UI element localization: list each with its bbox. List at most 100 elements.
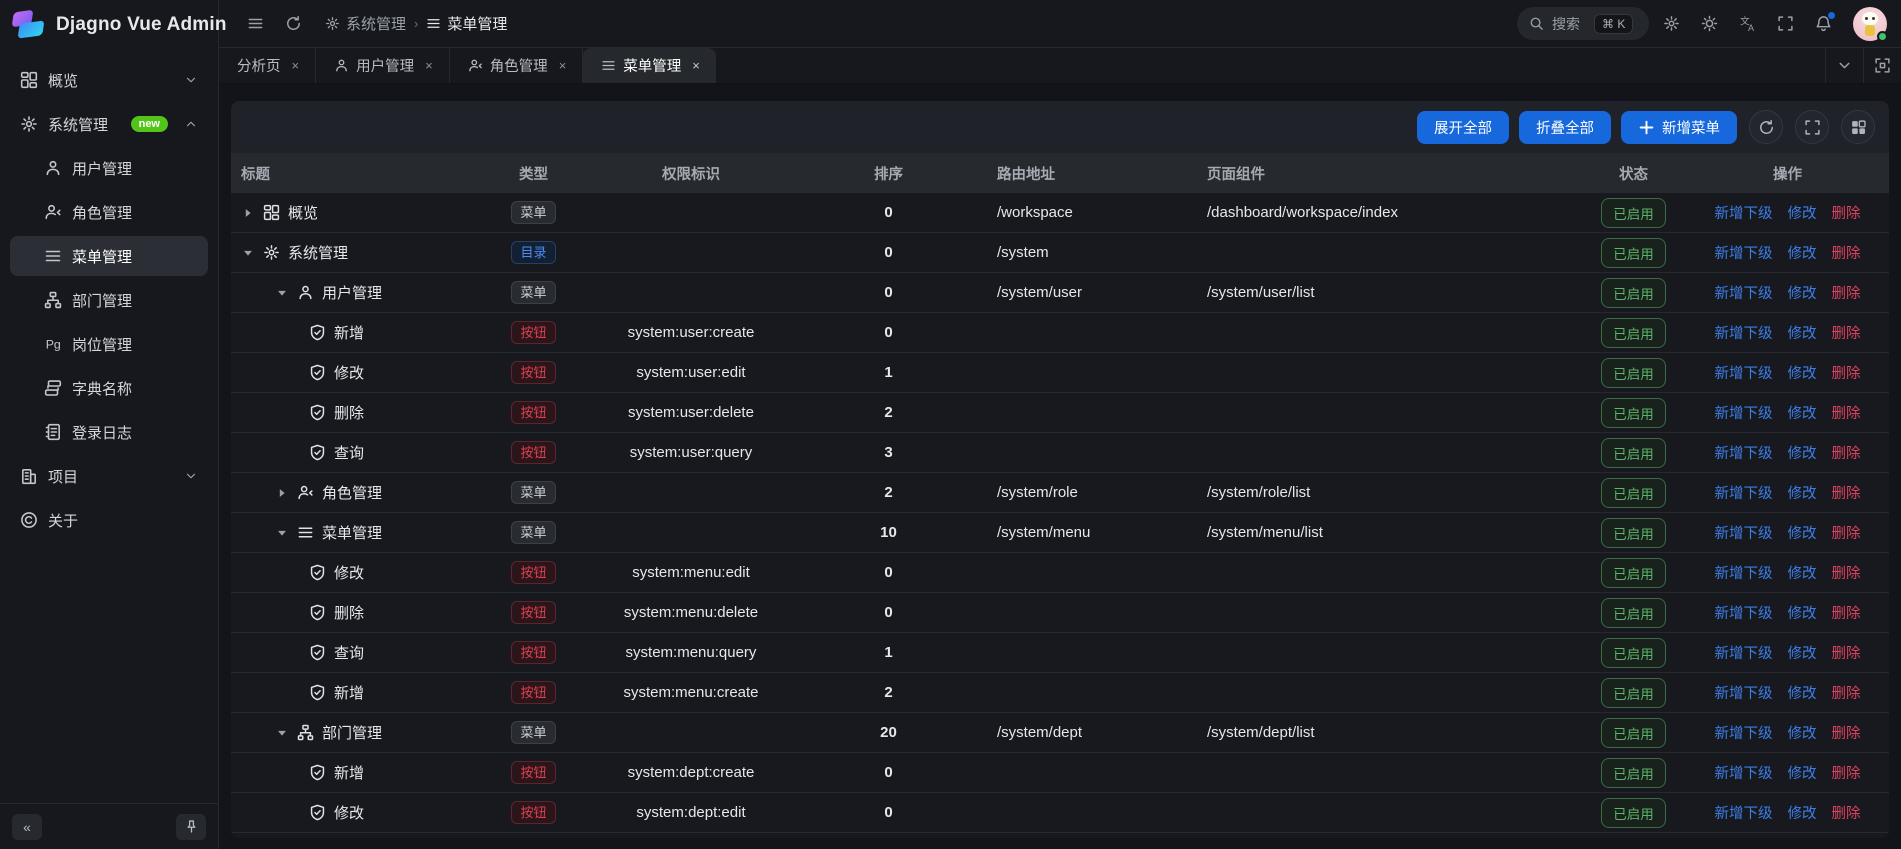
- status-badge[interactable]: 已启用: [1601, 398, 1666, 428]
- tabs-maximize-button[interactable]: [1863, 48, 1901, 83]
- edit-action[interactable]: 修改: [1788, 642, 1817, 663]
- delete-action[interactable]: 删除: [1832, 322, 1861, 343]
- sidebar-item-project[interactable]: 项目: [10, 456, 208, 496]
- delete-action[interactable]: 删除: [1832, 762, 1861, 783]
- status-badge[interactable]: 已启用: [1601, 478, 1666, 508]
- table-refresh-button[interactable]: [1749, 110, 1783, 144]
- add-child-action[interactable]: 新增下级: [1715, 282, 1773, 303]
- tree-caret-right-icon[interactable]: [241, 206, 255, 220]
- add-child-action[interactable]: 新增下级: [1715, 242, 1773, 263]
- add-child-action[interactable]: 新增下级: [1715, 602, 1773, 623]
- delete-action[interactable]: 删除: [1832, 242, 1861, 263]
- add-child-action[interactable]: 新增下级: [1715, 362, 1773, 383]
- sidebar-item-role-management[interactable]: 角色管理: [10, 192, 208, 232]
- sidebar-pin-button[interactable]: [176, 814, 206, 840]
- edit-action[interactable]: 修改: [1788, 322, 1817, 343]
- delete-action[interactable]: 删除: [1832, 202, 1861, 223]
- status-badge[interactable]: 已启用: [1601, 438, 1666, 468]
- sidebar-item-overview[interactable]: 概览: [10, 60, 208, 100]
- expand-all-button[interactable]: 展开全部: [1417, 111, 1509, 144]
- edit-action[interactable]: 修改: [1788, 602, 1817, 623]
- delete-action[interactable]: 删除: [1832, 362, 1861, 383]
- sidebar-toggle-button[interactable]: [239, 8, 271, 40]
- breadcrumb-item-system[interactable]: 系统管理: [325, 13, 406, 34]
- tab-菜单管理[interactable]: 菜单管理×: [583, 48, 716, 83]
- delete-action[interactable]: 删除: [1832, 802, 1861, 823]
- tree-caret-down-icon[interactable]: [241, 246, 255, 260]
- edit-action[interactable]: 修改: [1788, 282, 1817, 303]
- theme-toggle-button[interactable]: [1693, 8, 1725, 40]
- status-badge[interactable]: 已启用: [1601, 518, 1666, 548]
- sidebar-item-user-management[interactable]: 用户管理: [10, 148, 208, 188]
- add-child-action[interactable]: 新增下级: [1715, 722, 1773, 743]
- add-child-action[interactable]: 新增下级: [1715, 522, 1773, 543]
- delete-action[interactable]: 删除: [1832, 522, 1861, 543]
- status-badge[interactable]: 已启用: [1601, 558, 1666, 588]
- delete-action[interactable]: 删除: [1832, 442, 1861, 463]
- edit-action[interactable]: 修改: [1788, 402, 1817, 423]
- edit-action[interactable]: 修改: [1788, 562, 1817, 583]
- add-child-action[interactable]: 新增下级: [1715, 682, 1773, 703]
- status-badge[interactable]: 已启用: [1601, 358, 1666, 388]
- sidebar-collapse-button[interactable]: «: [12, 814, 42, 840]
- tab-角色管理[interactable]: 角色管理×: [450, 48, 584, 83]
- tree-caret-down-icon[interactable]: [275, 526, 289, 540]
- delete-action[interactable]: 删除: [1832, 402, 1861, 423]
- sidebar-item-post-management[interactable]: Pg岗位管理: [10, 324, 208, 364]
- edit-action[interactable]: 修改: [1788, 522, 1817, 543]
- status-badge[interactable]: 已启用: [1601, 798, 1666, 828]
- tree-caret-right-icon[interactable]: [275, 486, 289, 500]
- sidebar-item-system-management[interactable]: 系统管理new: [10, 104, 208, 144]
- status-badge[interactable]: 已启用: [1601, 198, 1666, 228]
- tab-close-icon[interactable]: ×: [290, 58, 302, 73]
- sidebar-item-about[interactable]: 关于: [10, 500, 208, 540]
- tab-close-icon[interactable]: ×: [557, 58, 569, 73]
- tree-caret-down-icon[interactable]: [275, 726, 289, 740]
- tab-分析页[interactable]: 分析页×: [219, 48, 316, 83]
- edit-action[interactable]: 修改: [1788, 722, 1817, 743]
- tree-caret-down-icon[interactable]: [275, 286, 289, 300]
- status-badge[interactable]: 已启用: [1601, 278, 1666, 308]
- delete-action[interactable]: 删除: [1832, 282, 1861, 303]
- status-badge[interactable]: 已启用: [1601, 318, 1666, 348]
- delete-action[interactable]: 删除: [1832, 482, 1861, 503]
- notifications-button[interactable]: [1807, 8, 1839, 40]
- status-badge[interactable]: 已启用: [1601, 718, 1666, 748]
- edit-action[interactable]: 修改: [1788, 482, 1817, 503]
- delete-action[interactable]: 删除: [1832, 722, 1861, 743]
- add-child-action[interactable]: 新增下级: [1715, 322, 1773, 343]
- edit-action[interactable]: 修改: [1788, 802, 1817, 823]
- tab-close-icon[interactable]: ×: [423, 58, 435, 73]
- sidebar-item-dict-management[interactable]: 字典名称: [10, 368, 208, 408]
- status-badge[interactable]: 已启用: [1601, 238, 1666, 268]
- table-columns-button[interactable]: [1841, 110, 1875, 144]
- fullscreen-button[interactable]: [1769, 8, 1801, 40]
- add-child-action[interactable]: 新增下级: [1715, 762, 1773, 783]
- edit-action[interactable]: 修改: [1788, 762, 1817, 783]
- add-child-action[interactable]: 新增下级: [1715, 802, 1773, 823]
- tabs-dropdown-button[interactable]: [1825, 48, 1863, 83]
- add-menu-button[interactable]: 新增菜单: [1621, 111, 1737, 144]
- sidebar-item-dept-management[interactable]: 部门管理: [10, 280, 208, 320]
- logo[interactable]: Djagno Vue Admin: [0, 0, 218, 50]
- delete-action[interactable]: 删除: [1832, 602, 1861, 623]
- settings-button[interactable]: [1655, 8, 1687, 40]
- status-badge[interactable]: 已启用: [1601, 638, 1666, 668]
- edit-action[interactable]: 修改: [1788, 442, 1817, 463]
- sidebar-item-login-log[interactable]: 登录日志: [10, 412, 208, 452]
- language-button[interactable]: 文A: [1731, 8, 1763, 40]
- status-badge[interactable]: 已启用: [1601, 678, 1666, 708]
- add-child-action[interactable]: 新增下级: [1715, 202, 1773, 223]
- status-badge[interactable]: 已启用: [1601, 598, 1666, 628]
- search-input[interactable]: 搜索 ⌘ K: [1517, 7, 1649, 40]
- add-child-action[interactable]: 新增下级: [1715, 442, 1773, 463]
- table-fullscreen-button[interactable]: [1795, 110, 1829, 144]
- sidebar-item-menu-management[interactable]: 菜单管理: [10, 236, 208, 276]
- delete-action[interactable]: 删除: [1832, 562, 1861, 583]
- refresh-page-button[interactable]: [277, 8, 309, 40]
- add-child-action[interactable]: 新增下级: [1715, 402, 1773, 423]
- add-child-action[interactable]: 新增下级: [1715, 482, 1773, 503]
- edit-action[interactable]: 修改: [1788, 362, 1817, 383]
- collapse-all-button[interactable]: 折叠全部: [1519, 111, 1611, 144]
- edit-action[interactable]: 修改: [1788, 202, 1817, 223]
